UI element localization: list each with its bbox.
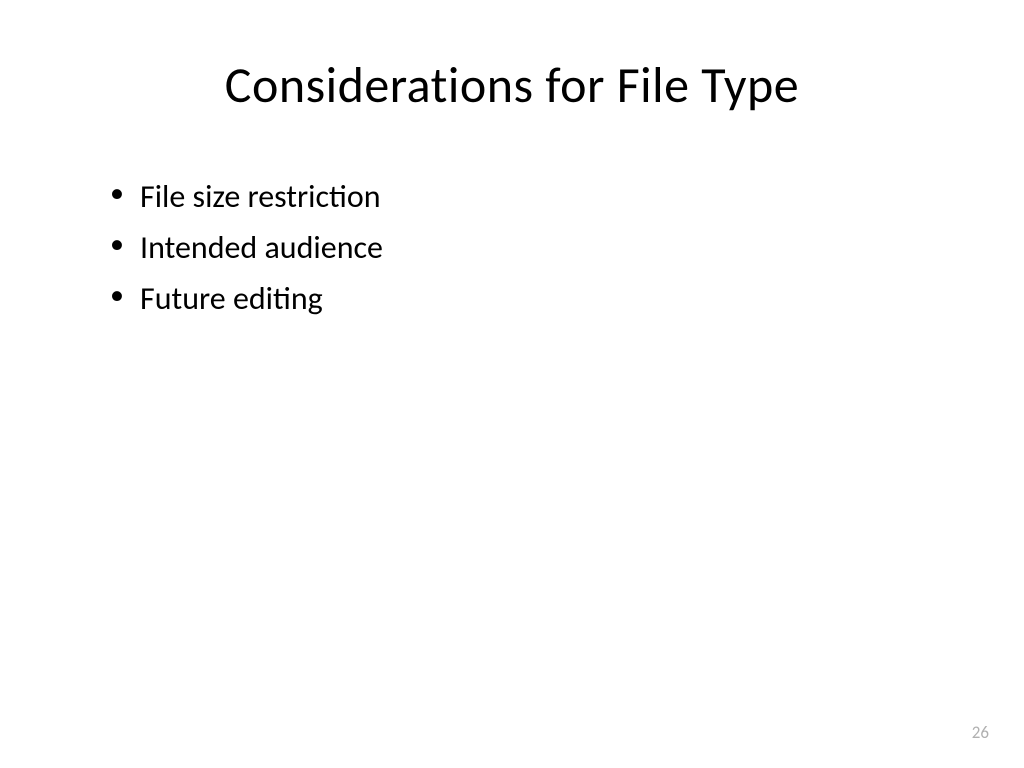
bullet-list: File size restriction Intended audience … bbox=[90, 171, 934, 325]
list-item: File size restriction bbox=[105, 171, 934, 222]
list-item: Future editing bbox=[105, 273, 934, 324]
list-item: Intended audience bbox=[105, 222, 934, 273]
slide-container: Considerations for File Type File size r… bbox=[0, 0, 1024, 768]
slide-title: Considerations for File Type bbox=[90, 55, 934, 116]
page-number: 26 bbox=[972, 722, 989, 743]
